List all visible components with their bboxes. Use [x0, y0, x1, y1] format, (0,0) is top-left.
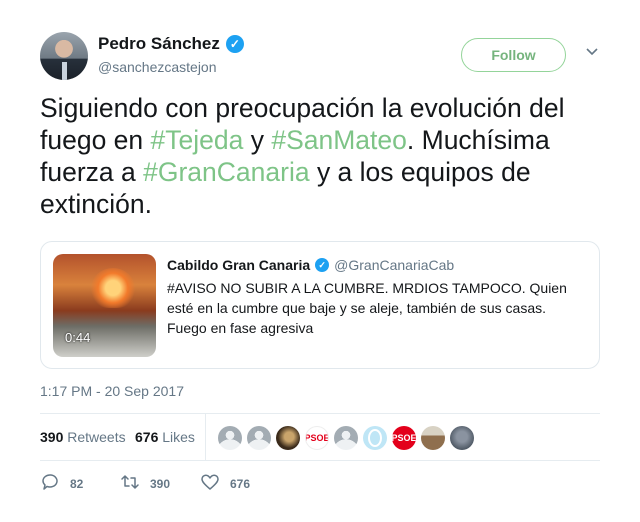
reply-count: 82 [70, 476, 84, 491]
heart-icon [200, 472, 220, 495]
liker-avatars: PSOE PSOE [218, 426, 474, 450]
quoted-verified-badge-icon: ✓ [315, 258, 330, 272]
avatar-tie [62, 62, 67, 80]
chevron-down-icon[interactable] [585, 44, 599, 58]
retweets-label: Retweets [67, 429, 126, 445]
tweet-header: Pedro Sánchez ✓ @sanchezcastejon Follow [40, 32, 600, 80]
retweet-icon [120, 472, 140, 495]
reply-action[interactable]: 82 [40, 472, 83, 495]
author-handle[interactable]: @sanchezcastejon [98, 59, 217, 75]
like-count: 676 [230, 476, 251, 491]
likes-stat[interactable]: 676 Likes [135, 429, 195, 445]
retweets-count: 390 [40, 429, 64, 445]
retweet-count: 390 [150, 476, 171, 491]
liker-avatar[interactable] [247, 426, 271, 450]
like-action[interactable]: 676 [200, 472, 250, 495]
video-duration: 0:44 [65, 330, 91, 345]
tweet-text: Siguiendo con preocupación la evolución … [40, 92, 600, 220]
likes-label: Likes [162, 429, 195, 445]
liker-avatar[interactable] [421, 426, 445, 450]
engagement-stats: 390 Retweets 676 Likes PSOE PSOE [40, 413, 600, 461]
video-thumbnail[interactable]: 0:44 [53, 254, 156, 357]
verified-badge-icon: ✓ [225, 35, 244, 53]
author-avatar[interactable] [40, 32, 88, 80]
quoted-author-row: Cabildo Gran Canaria ✓ @GranCanariaCab [167, 257, 454, 273]
reply-icon [40, 472, 60, 495]
liker-avatar[interactable]: PSOE [305, 426, 329, 450]
fire-image [91, 268, 135, 308]
follow-button[interactable]: Follow [461, 38, 566, 72]
liker-avatar[interactable] [218, 426, 242, 450]
liker-avatar[interactable] [276, 426, 300, 450]
hashtag-link[interactable]: #GranCanaria [143, 157, 309, 187]
hashtag-link[interactable]: #Tejeda [151, 125, 244, 155]
liker-avatar[interactable] [363, 426, 387, 450]
tweet-text-segment: y [243, 125, 272, 155]
liker-avatar[interactable] [334, 426, 358, 450]
tweet-actions: 82 390 676 [40, 470, 600, 496]
retweet-action[interactable]: 390 [120, 472, 170, 495]
stats-divider [205, 414, 206, 460]
author-name-row: Pedro Sánchez ✓ [98, 34, 244, 54]
tweet-timestamp[interactable]: 1:17 PM - 20 Sep 2017 [40, 383, 184, 399]
quoted-author-name[interactable]: Cabildo Gran Canaria [167, 257, 310, 273]
liker-avatar[interactable]: PSOE [392, 426, 416, 450]
quoted-tweet[interactable]: 0:44 Cabildo Gran Canaria ✓ @GranCanaria… [40, 241, 600, 369]
likes-count: 676 [135, 429, 159, 445]
author-name[interactable]: Pedro Sánchez [98, 34, 220, 54]
quoted-tweet-text: #AVISO NO SUBIR A LA CUMBRE. MRDIOS TAMP… [167, 280, 567, 336]
retweets-stat[interactable]: 390 Retweets [40, 429, 126, 445]
quoted-author-handle[interactable]: @GranCanariaCab [334, 257, 454, 273]
liker-avatar[interactable] [450, 426, 474, 450]
hashtag-link[interactable]: #SanMateo [271, 125, 407, 155]
